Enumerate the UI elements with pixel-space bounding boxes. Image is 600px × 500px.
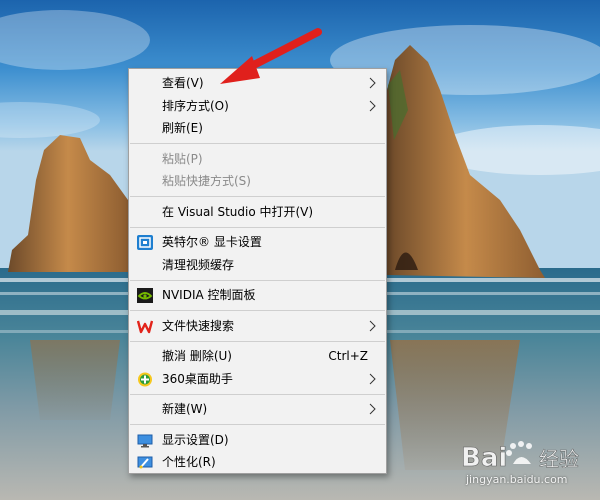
menu-item-paste-shortcut: 粘贴快捷方式(S) <box>129 170 386 193</box>
menu-separator <box>130 226 385 228</box>
menu-item-360-desktop-assistant[interactable]: 360桌面助手 <box>129 368 386 391</box>
menu-item-clear-video-cache[interactable]: 清理视频缓存 <box>129 254 386 277</box>
submenu-arrow-icon <box>369 320 376 331</box>
submenu-arrow-icon <box>369 373 376 384</box>
menu-item-label: NVIDIA 控制面板 <box>162 288 256 302</box>
menu-item-label: 查看(V) <box>162 76 204 90</box>
menu-item-open-in-visual-studio[interactable]: 在 Visual Studio 中打开(V) <box>129 201 386 224</box>
menu-item-paste: 粘贴(P) <box>129 148 386 171</box>
menu-item-undo-delete[interactable]: 撤消 删除(U) Ctrl+Z <box>129 345 386 368</box>
menu-item-shortcut: Ctrl+Z <box>328 349 368 363</box>
svg-text:经验: 经验 <box>539 447 579 471</box>
menu-separator <box>130 310 385 311</box>
menu-item-new[interactable]: 新建(W) <box>129 398 386 421</box>
intel-graphics-icon <box>137 235 153 250</box>
personalize-icon <box>137 456 153 469</box>
menu-item-intel-graphics-settings[interactable]: 英特尔® 显卡设置 <box>129 231 386 254</box>
menu-item-label: 360桌面助手 <box>162 371 233 386</box>
menu-item-personalize[interactable]: 个性化(R) <box>129 451 386 474</box>
menu-separator <box>130 340 385 342</box>
annotation-arrow-icon <box>220 28 322 84</box>
menu-separator <box>130 143 385 144</box>
wps-icon <box>137 320 153 333</box>
menu-item-refresh[interactable]: 刷新(E) <box>129 117 386 140</box>
watermark-url: jingyan.baidu.com <box>466 473 568 486</box>
menu-item-label: 清理视频缓存 <box>162 257 235 272</box>
submenu-arrow-icon <box>369 403 376 415</box>
menu-item-file-quick-search[interactable]: 文件快速搜索 <box>129 315 386 338</box>
menu-item-label: 刷新(E) <box>162 121 203 135</box>
menu-item-label: 新建(W) <box>162 402 208 416</box>
menu-item-label: 排序方式(O) <box>162 98 229 113</box>
menu-item-label: 粘贴(P) <box>162 151 203 166</box>
menu-item-label: 撤消 删除(U) <box>162 349 232 363</box>
menu-item-label: 个性化(R) <box>162 455 216 469</box>
menu-item-label: 显示设置(D) <box>162 432 229 447</box>
baidu-jingyan-watermark: Bai 经验 <box>461 441 579 473</box>
display-settings-icon <box>137 434 153 447</box>
menu-item-display-settings[interactable]: 显示设置(D) <box>129 429 386 452</box>
nvidia-icon <box>137 288 153 303</box>
svg-text:Bai: Bai <box>461 443 507 473</box>
menu-item-label: 文件快速搜索 <box>162 318 235 333</box>
menu-separator <box>130 279 385 281</box>
submenu-arrow-icon <box>369 100 376 111</box>
desktop-context-menu: 查看(V) 排序方式(O) 刷新(E) 粘贴(P) 粘贴快捷方式(S) 在 Vi… <box>128 68 387 474</box>
menu-separator <box>130 196 385 197</box>
submenu-arrow-icon <box>369 77 376 89</box>
menu-item-nvidia-control-panel[interactable]: NVIDIA 控制面板 <box>129 284 386 307</box>
menu-item-label: 粘贴快捷方式(S) <box>162 174 251 188</box>
menu-separator <box>130 393 385 395</box>
menu-separator <box>130 424 385 425</box>
360-icon <box>138 372 152 386</box>
menu-item-label: 英特尔® 显卡设置 <box>162 235 262 249</box>
desktop[interactable]: 查看(V) 排序方式(O) 刷新(E) 粘贴(P) 粘贴快捷方式(S) 在 Vi… <box>0 0 600 500</box>
menu-item-label: 在 Visual Studio 中打开(V) <box>162 204 314 219</box>
